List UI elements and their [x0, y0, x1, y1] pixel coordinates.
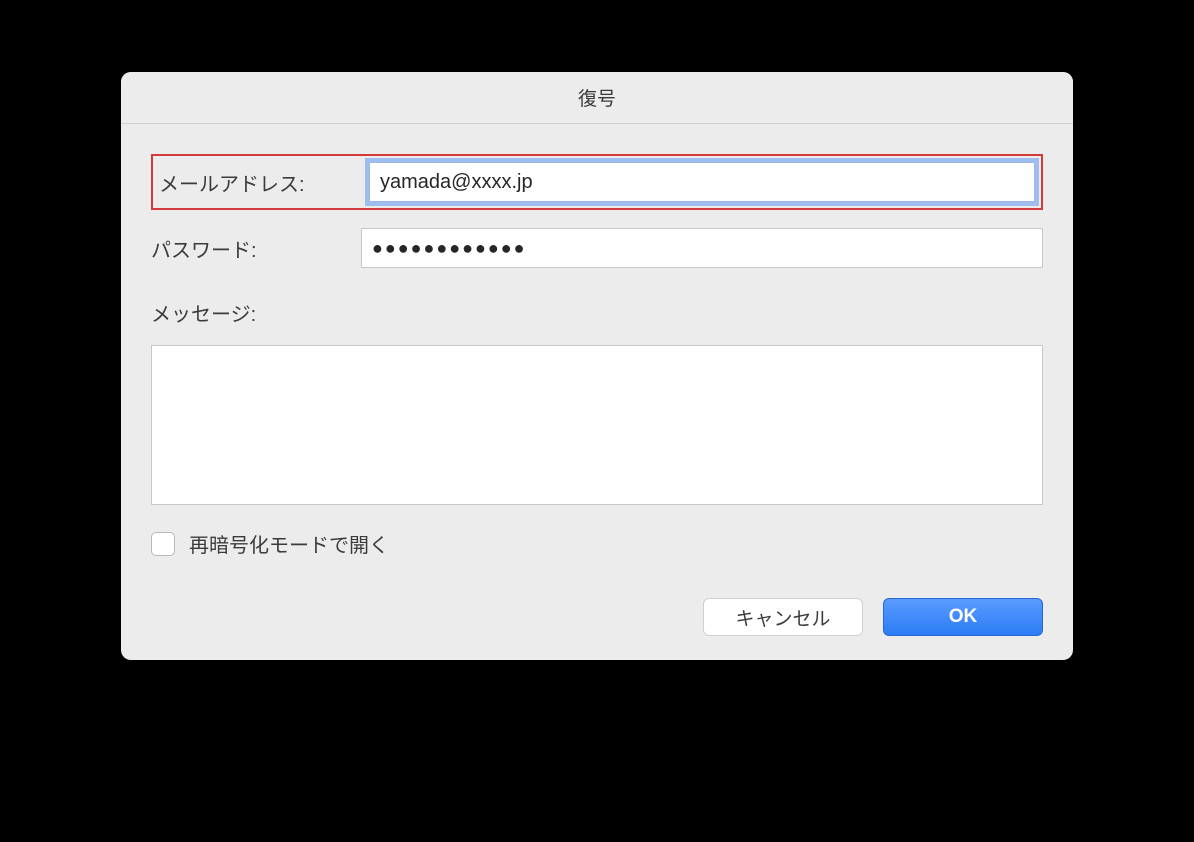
email-label: メールアドレス: [159, 168, 369, 197]
password-label: パスワード: [151, 234, 361, 263]
dialog-body: メールアドレス: パスワード: メッセージ: 再暗号化モードで開く [121, 124, 1073, 660]
reencrypt-checkbox[interactable] [151, 532, 175, 556]
reencrypt-checkbox-label: 再暗号化モードで開く [189, 529, 389, 558]
message-textarea[interactable] [151, 345, 1043, 505]
email-input[interactable] [369, 162, 1035, 202]
password-row: パスワード: [151, 228, 1043, 268]
decrypt-dialog: 復号 メールアドレス: パスワード: メッセージ: 再暗号化 [121, 72, 1073, 660]
password-input[interactable] [361, 228, 1043, 268]
reencrypt-checkbox-row[interactable]: 再暗号化モードで開く [151, 529, 1043, 558]
password-input-wrap [361, 228, 1043, 268]
email-row-highlight: メールアドレス: [151, 154, 1043, 210]
dialog-title: 復号 [578, 84, 616, 111]
button-row: キャンセル OK [151, 598, 1043, 636]
email-row: メールアドレス: [159, 162, 1035, 202]
email-input-wrap [369, 162, 1035, 202]
cancel-button[interactable]: キャンセル [703, 598, 863, 636]
message-label: メッセージ: [151, 298, 1043, 327]
message-section: メッセージ: [151, 298, 1043, 505]
dialog-titlebar: 復号 [121, 72, 1073, 124]
ok-button[interactable]: OK [883, 598, 1043, 636]
